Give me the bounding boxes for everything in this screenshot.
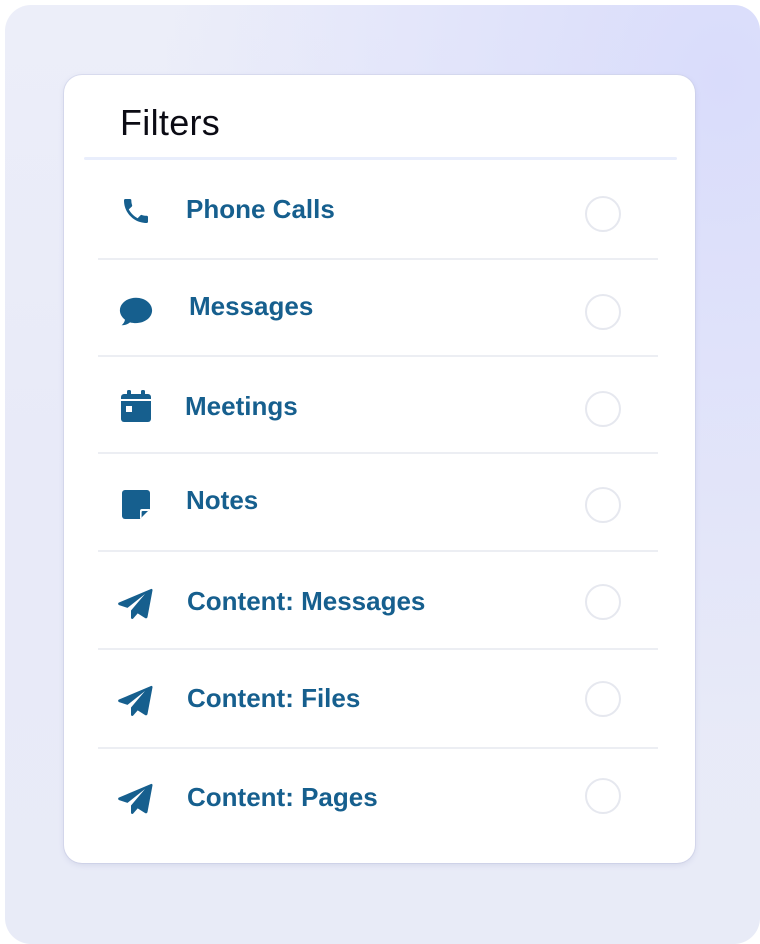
sticky-note-icon: [118, 486, 154, 522]
panel-title: Filters: [120, 102, 221, 143]
filter-row-meetings[interactable]: Meetings: [98, 357, 658, 454]
filter-label: Messages: [189, 291, 314, 321]
row-divider: [98, 452, 658, 454]
filter-label: Content: Messages: [187, 586, 426, 616]
row-divider: [98, 648, 658, 650]
filter-label: Notes: [186, 485, 259, 515]
row-divider: [98, 550, 658, 552]
title-divider: [84, 157, 677, 160]
radio-button[interactable]: [585, 196, 621, 232]
calendar-icon: [118, 388, 154, 424]
filter-label: Content: Pages: [187, 782, 378, 812]
radio-button[interactable]: [585, 778, 621, 814]
paper-plane-icon: [117, 781, 153, 817]
radio-button[interactable]: [585, 487, 621, 523]
filter-row-notes[interactable]: Notes: [98, 455, 658, 552]
radio-button[interactable]: [585, 391, 621, 427]
chat-bubble-icon: [118, 293, 154, 329]
filter-label: Content: Files: [187, 683, 361, 713]
paper-plane-icon: [117, 683, 153, 719]
filter-row-content-files[interactable]: Content: Files: [98, 652, 658, 749]
filter-row-content-messages[interactable]: Content: Messages: [98, 553, 658, 650]
radio-button[interactable]: [585, 681, 621, 717]
filter-label: Phone Calls: [186, 194, 335, 224]
filter-row-content-pages[interactable]: Content: Pages: [98, 750, 658, 847]
phone-icon: [118, 193, 154, 229]
radio-button[interactable]: [585, 584, 621, 620]
radio-button[interactable]: [585, 294, 621, 330]
filter-label: Meetings: [185, 391, 298, 421]
filter-row-messages[interactable]: Messages: [98, 260, 658, 357]
row-divider: [98, 747, 658, 749]
paper-plane-icon: [117, 586, 153, 622]
filters-panel: Filters Phone Calls Messages Meetings No…: [64, 75, 695, 863]
filter-row-phone-calls[interactable]: Phone Calls: [98, 163, 658, 260]
